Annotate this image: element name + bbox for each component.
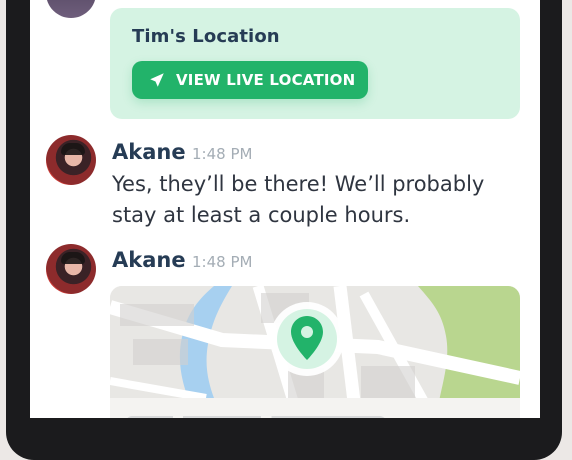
view-live-location-label: VIEW LIVE LOCATION xyxy=(176,71,356,89)
message-author: Akane xyxy=(112,140,186,164)
message-time: 1:48 PM xyxy=(192,253,253,271)
map-details xyxy=(110,398,520,418)
avatar[interactable] xyxy=(46,135,96,185)
message-author: Akane xyxy=(112,248,186,272)
navigation-arrow-icon xyxy=(150,73,164,87)
location-card[interactable]: Tim's Location VIEW LIVE LOCATION xyxy=(110,8,520,119)
message-text: Yes, they’ll be there! We’ll probably st… xyxy=(112,172,485,227)
map-preview[interactable] xyxy=(110,286,520,418)
message-time: 1:48 PM xyxy=(192,145,253,163)
location-title: Tim's Location xyxy=(132,26,280,47)
avatar[interactable] xyxy=(46,244,96,294)
location-pin-icon xyxy=(270,302,344,376)
chat-screen[interactable]: Tim's Location VIEW LIVE LOCATION Akane … xyxy=(30,0,540,418)
previous-avatar xyxy=(46,0,96,18)
view-live-location-button[interactable]: VIEW LIVE LOCATION xyxy=(132,61,368,99)
